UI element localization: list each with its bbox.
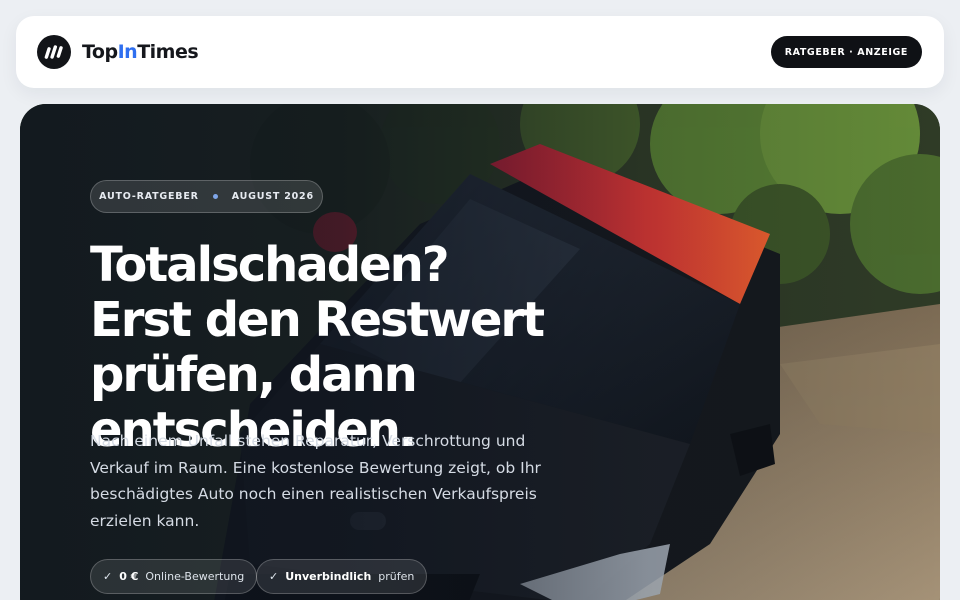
- top-navigation-bar: TopInTimes RATGEBER · ANZEIGE: [16, 16, 944, 88]
- check-icon: ✓: [269, 570, 279, 583]
- pill-unverbindlich[interactable]: ✓ Unverbindlich prüfen: [256, 559, 428, 594]
- pill-text: Online-Bewertung: [145, 570, 245, 583]
- separator-dot: [212, 194, 218, 199]
- brand-name-part-times: Times: [137, 41, 199, 63]
- logo-icon: [37, 35, 71, 69]
- meta-chip: AUTO-RATGEBER AUGUST 2026: [90, 180, 323, 213]
- hero-section: AUTO-RATGEBER AUGUST 2026 Totalschaden? …: [20, 104, 940, 600]
- date-label: AUGUST 2026: [231, 191, 314, 202]
- pill-bold: 0 €: [119, 570, 139, 583]
- pill-bold: Unverbindlich: [285, 570, 372, 583]
- hero-headline: Totalschaden? Erst den Restwert prüfen, …: [90, 237, 545, 458]
- brand-name: TopInTimes: [82, 41, 199, 63]
- brand-name-part-top: Top: [82, 41, 118, 63]
- brand-logo[interactable]: TopInTimes: [37, 35, 199, 69]
- advertorial-badge[interactable]: RATGEBER · ANZEIGE: [770, 36, 922, 68]
- pill-online-bewertung[interactable]: ✓ 0 € Online-Bewertung: [90, 559, 258, 594]
- check-icon: ✓: [103, 570, 113, 583]
- brand-name-part-in: In: [117, 41, 138, 63]
- hero-lede: Nach einem Unfall stehen Reparatur, Vers…: [90, 432, 541, 530]
- pill-text: prüfen: [378, 570, 415, 583]
- category-label: AUTO-RATGEBER: [99, 191, 199, 202]
